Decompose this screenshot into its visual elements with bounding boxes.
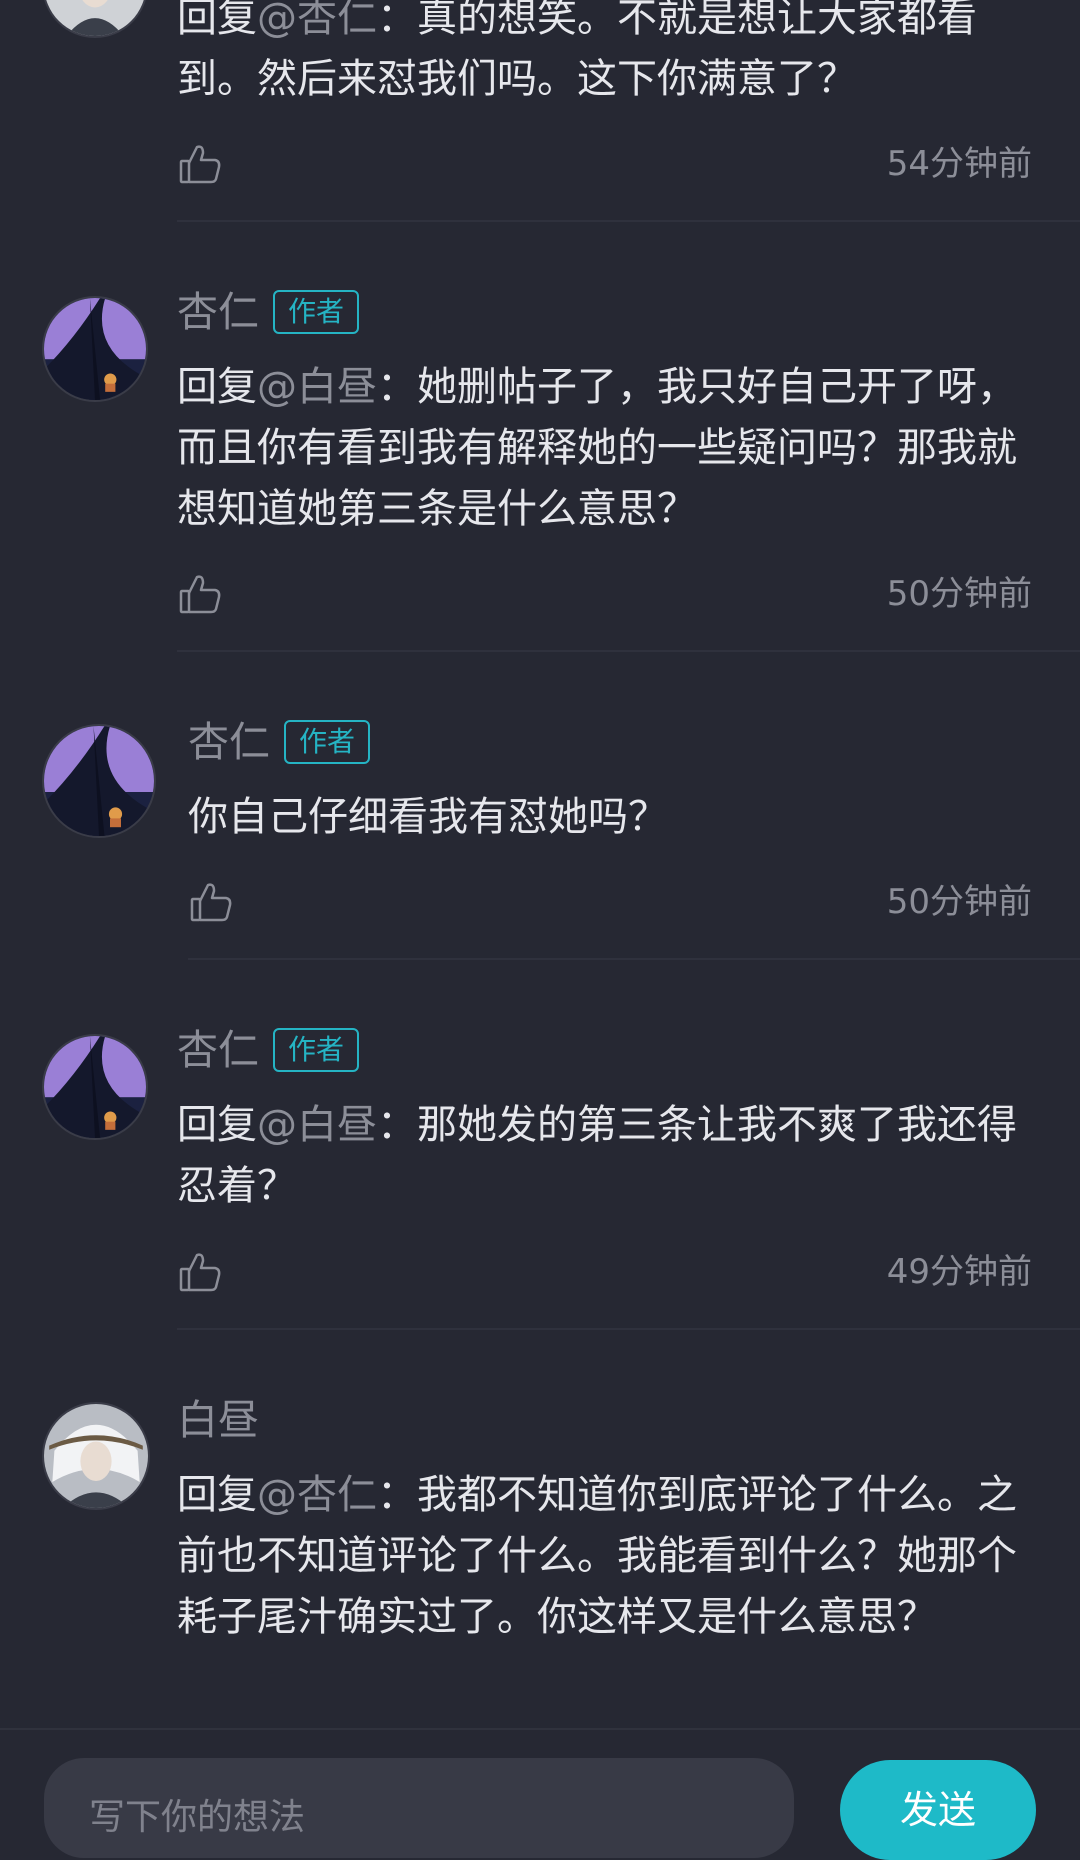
mention-link[interactable]: @杏仁: [257, 0, 377, 41]
purple-tree-avatar-icon: [44, 726, 154, 836]
timestamp: 50分钟前: [886, 574, 1032, 614]
mention-link[interactable]: @白昼: [257, 364, 377, 410]
like-icon[interactable]: [177, 571, 223, 617]
author-name[interactable]: 杏仁: [177, 288, 259, 336]
mention-link[interactable]: @杏仁: [257, 1472, 377, 1518]
white-hair-avatar-icon: [44, 1404, 148, 1508]
avatar[interactable]: [44, 1404, 148, 1508]
purple-tree-avatar-icon: [44, 1036, 146, 1138]
purple-tree-avatar-icon: [44, 298, 146, 400]
divider: [177, 220, 1080, 222]
comment-text: 回复@杏仁：我都不知道你到底评论了什么。之前也不知道评论了什么。我能看到什么？她…: [177, 1472, 1017, 1640]
avatar[interactable]: [44, 726, 154, 836]
divider: [177, 1328, 1080, 1330]
white-hair-avatar-icon: [44, 0, 146, 36]
author-name[interactable]: 杏仁: [177, 1026, 259, 1074]
timestamp: 54分钟前: [886, 144, 1032, 184]
author-name[interactable]: 杏仁: [188, 718, 270, 766]
avatar[interactable]: [44, 1036, 146, 1138]
avatar[interactable]: [44, 298, 146, 400]
comment-input[interactable]: [44, 1758, 794, 1858]
author-name[interactable]: 白昼: [177, 1396, 259, 1444]
comment-text: 回复@杏仁：真的想笑。不就是想让大家都看到。然后来怼我们吗。这下你满意了？: [177, 0, 1037, 110]
like-icon[interactable]: [177, 1249, 223, 1295]
like-icon[interactable]: [188, 879, 234, 925]
divider: [188, 958, 1080, 960]
comment-text: 回复@白昼：那她发的第三条让我不爽了我还得忍着？: [177, 1102, 1017, 1209]
author-badge: 作者: [284, 720, 371, 764]
author-badge: 作者: [273, 290, 360, 334]
comment-composer: 发送: [0, 1728, 1080, 1860]
comment-text: 回复@白昼：她删帖子了，我只好自己开了呀，而且你有看到我有解释她的一些疑问吗？那…: [177, 364, 1017, 532]
timestamp: 49分钟前: [886, 1252, 1032, 1292]
like-icon[interactable]: [177, 141, 223, 187]
divider: [177, 650, 1080, 652]
avatar[interactable]: [44, 0, 146, 36]
mention-link[interactable]: @白昼: [257, 1102, 377, 1148]
comment-text: 你自己仔细看我有怼她吗？: [188, 794, 668, 840]
author-badge: 作者: [273, 1028, 360, 1072]
timestamp: 50分钟前: [886, 882, 1032, 922]
send-button[interactable]: 发送: [840, 1760, 1036, 1860]
